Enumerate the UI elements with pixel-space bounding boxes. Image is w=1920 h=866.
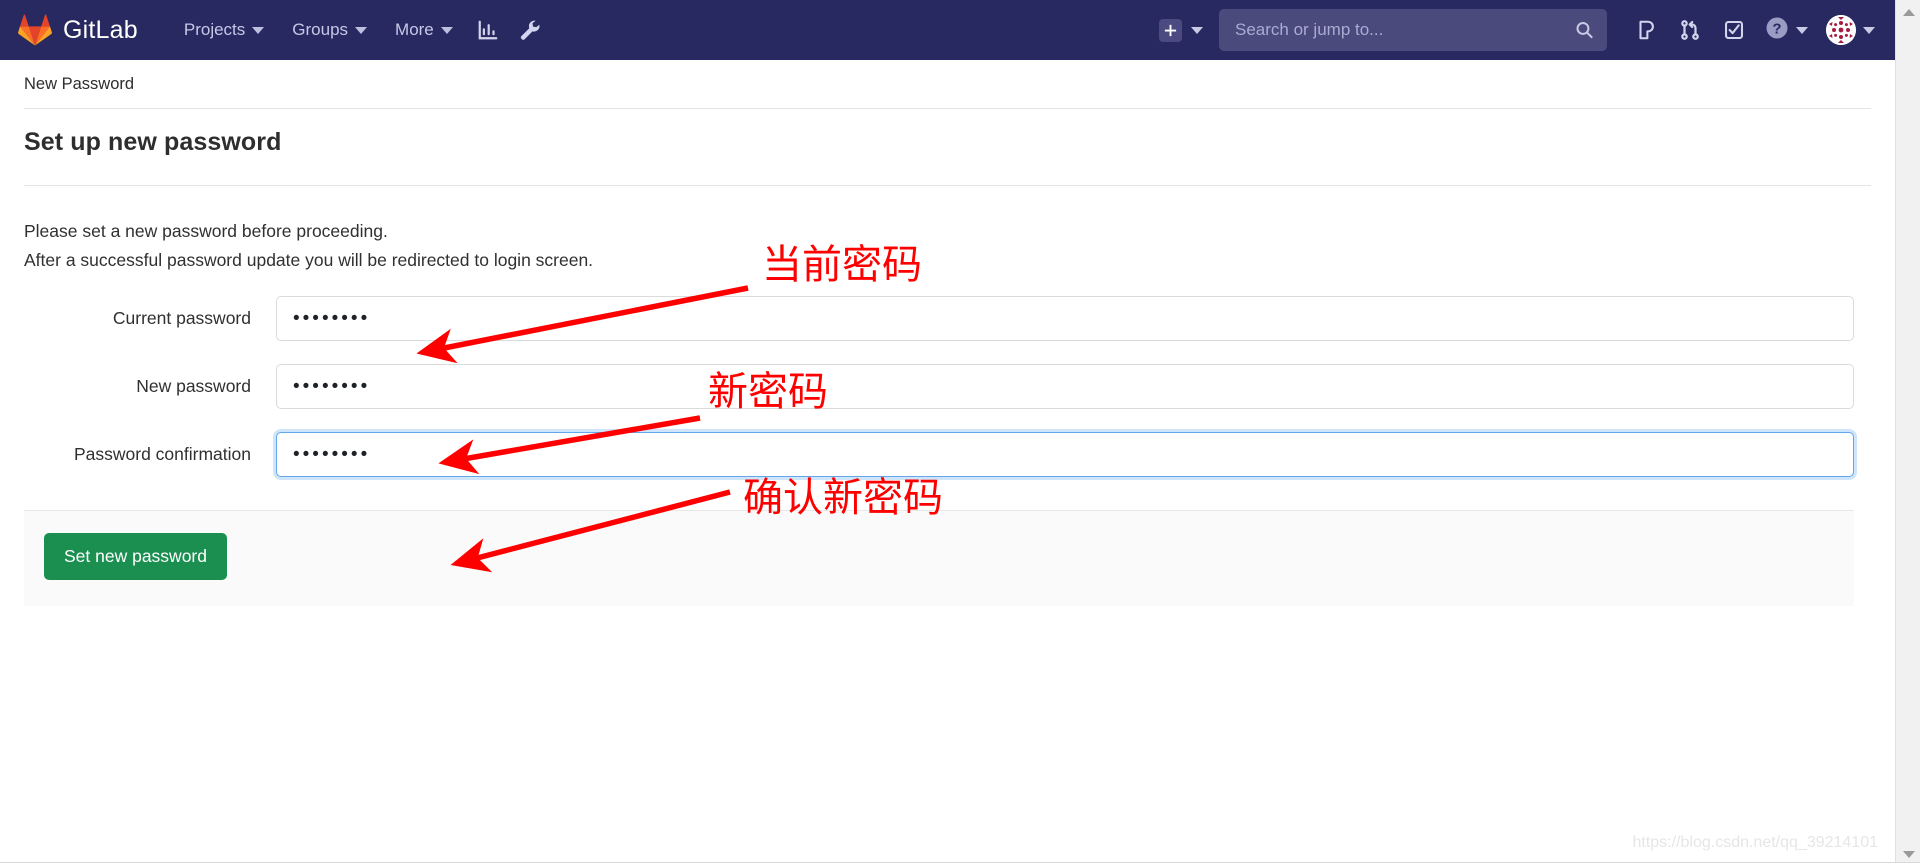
issues-button[interactable] — [1625, 9, 1667, 51]
password-confirmation-value: •••••••• — [293, 445, 370, 464]
plus-square-icon — [1159, 19, 1182, 42]
form-footer: Set new password — [24, 510, 1854, 606]
nav-item-projects[interactable]: Projects — [170, 12, 278, 48]
nav-item-groups[interactable]: Groups — [278, 12, 381, 48]
create-new-button[interactable] — [1159, 19, 1203, 42]
chevron-down-icon — [252, 27, 264, 34]
new-password-input[interactable]: •••••••• — [276, 364, 1854, 409]
todos-icon — [1723, 19, 1745, 41]
current-password-label: Current password — [24, 308, 276, 329]
navbar-right-actions: ? — [1625, 9, 1883, 51]
search-icon — [1575, 21, 1594, 40]
breadcrumb-divider — [24, 108, 1871, 109]
vertical-scrollbar[interactable] — [1895, 0, 1920, 866]
chevron-down-icon — [1863, 27, 1875, 34]
form-row-current-password: Current password •••••••• — [24, 296, 1871, 341]
breadcrumb-label: New Password — [24, 75, 134, 94]
current-password-value: •••••••• — [293, 309, 370, 328]
password-form: Current password •••••••• New password •… — [24, 296, 1871, 606]
todos-button[interactable] — [1713, 9, 1755, 51]
main-nav-links: Projects Groups More — [170, 12, 467, 48]
new-password-value: •••••••• — [293, 377, 370, 396]
triangle-up-icon — [1903, 9, 1915, 16]
new-password-label: New password — [24, 376, 276, 397]
nav-item-more-label: More — [395, 20, 434, 40]
user-menu-button[interactable] — [1818, 15, 1883, 45]
avatar — [1826, 15, 1856, 45]
brand-name-label: GitLab — [63, 16, 138, 45]
issues-icon — [1635, 19, 1657, 41]
gitlab-tanuki-logo-icon — [18, 14, 52, 46]
analytics-icon — [477, 19, 499, 41]
chevron-down-icon — [1191, 27, 1203, 34]
intro-line-2: After a successful password update you w… — [24, 246, 1871, 275]
password-confirmation-label: Password confirmation — [24, 444, 276, 465]
merge-requests-button[interactable] — [1669, 9, 1711, 51]
title-divider — [24, 185, 1871, 186]
scroll-up-button[interactable] — [1896, 0, 1920, 24]
gitlab-home-link[interactable]: GitLab — [18, 14, 138, 46]
window-bottom-edge — [0, 862, 1920, 866]
set-new-password-button[interactable]: Set new password — [44, 533, 227, 580]
breadcrumb: New Password — [0, 60, 1895, 108]
intro-line-1: Please set a new password before proceed… — [24, 217, 1871, 246]
svg-text:?: ? — [1772, 20, 1781, 37]
wrench-icon — [519, 19, 541, 41]
form-row-password-confirmation: Password confirmation •••••••• — [24, 432, 1871, 477]
merge-requests-icon — [1679, 19, 1701, 41]
help-button[interactable]: ? — [1757, 16, 1816, 45]
form-row-new-password: New password •••••••• — [24, 364, 1871, 409]
search-box[interactable] — [1219, 9, 1607, 51]
chevron-down-icon — [1796, 27, 1808, 34]
analytics-button[interactable] — [467, 9, 509, 51]
page-title: Set up new password — [24, 128, 1871, 157]
main-content: Set up new password Please set a new pas… — [0, 108, 1895, 606]
current-password-input[interactable]: •••••••• — [276, 296, 1854, 341]
intro-text: Please set a new password before proceed… — [24, 217, 1871, 276]
gitlab-new-password-page: GitLab Projects Groups More — [0, 0, 1920, 866]
question-circle-icon: ? — [1765, 16, 1789, 45]
top-navbar: GitLab Projects Groups More — [0, 0, 1895, 60]
nav-item-more[interactable]: More — [381, 12, 467, 48]
search-input[interactable] — [1233, 19, 1593, 41]
scrollbar-thumb[interactable] — [1896, 24, 1920, 814]
watermark: https://blog.csdn.net/qq_39214101 — [1632, 834, 1878, 852]
chevron-down-icon — [441, 27, 453, 34]
nav-item-groups-label: Groups — [292, 20, 348, 40]
admin-area-button[interactable] — [509, 9, 551, 51]
triangle-down-icon — [1903, 851, 1915, 858]
chevron-down-icon — [355, 27, 367, 34]
nav-item-projects-label: Projects — [184, 20, 245, 40]
password-confirmation-input[interactable]: •••••••• — [276, 432, 1854, 477]
